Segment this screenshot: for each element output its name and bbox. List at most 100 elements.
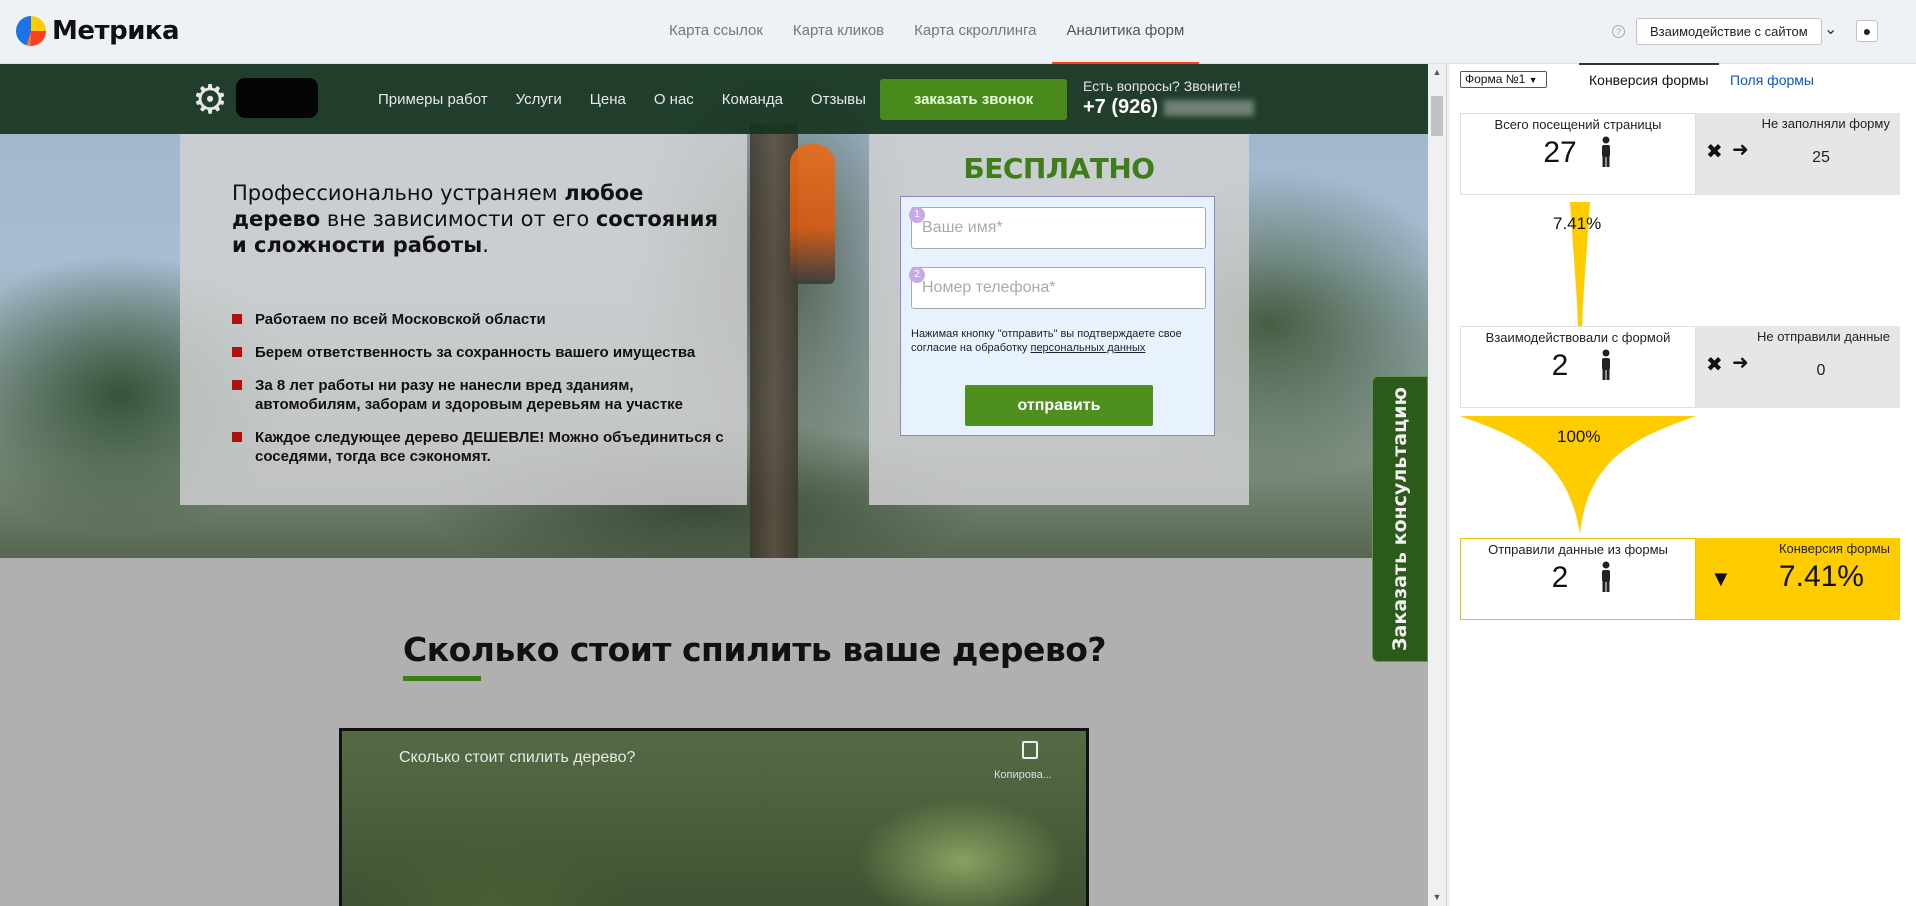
section-underline: [403, 676, 481, 681]
list-item: Работаем по всей Московской области: [232, 310, 732, 329]
phone-redacted: [1164, 99, 1255, 116]
sent-value: 2: [1551, 561, 1569, 594]
bullet-square-icon: [232, 432, 242, 442]
sent-card: Отправили данные из формы 2: [1460, 538, 1696, 620]
tab-scroll-map[interactable]: Карта скроллинга: [899, 0, 1051, 64]
tab-form-conversion[interactable]: Конверсия формы: [1579, 63, 1719, 88]
list-item: Каждое следующее дерево ДЕШЕВЛЕ! Можно о…: [232, 428, 732, 466]
bullet-square-icon: [232, 347, 242, 357]
lead-form-card: БЕСПЛАТНО Ваше имя* 1 Номер телефона* 2 …: [869, 134, 1249, 505]
sent-label: Отправили данные из формы: [1488, 542, 1668, 557]
scroll-thumb[interactable]: [1431, 96, 1443, 136]
tab-form-analytics[interactable]: Аналитика форм: [1052, 0, 1200, 64]
phone-number[interactable]: +7 (926): [1083, 96, 1255, 119]
conversion-value: 7.41%: [1778, 560, 1864, 593]
top-tabs: Карта ссылок Карта кликов Карта скроллин…: [654, 0, 1199, 64]
site-scrollbar[interactable]: [1428, 64, 1446, 906]
chevron-down-icon: ▼: [1528, 75, 1538, 85]
account-icon[interactable]: ●: [1856, 20, 1878, 42]
tab-click-map[interactable]: Карта кликов: [778, 0, 899, 64]
tab-form-fields[interactable]: Поля формы: [1730, 72, 1814, 88]
tab-link-map[interactable]: Карта ссылок: [654, 0, 778, 64]
running-person-icon: ✖: [1706, 141, 1723, 163]
form-select[interactable]: Форма №1 ▼: [1460, 71, 1547, 88]
list-item: За 8 лет работы ни разу не нанесли вред …: [232, 376, 732, 414]
benefit-text: Берем ответственность за сохранность ваш…: [255, 344, 696, 361]
video-title[interactable]: Сколько стоит спилить дерево?: [399, 749, 635, 767]
help-icon[interactable]: ?: [1612, 25, 1625, 38]
site-interaction-button[interactable]: Взаимодействие с сайтом: [1636, 18, 1822, 45]
interacted-card: Взаимодействовали с формой 2: [1460, 326, 1696, 408]
site-nav-about[interactable]: О нас: [654, 91, 694, 108]
sent-row: Отправили данные из формы 2 Конверсия фо…: [1460, 538, 1900, 620]
form-select-value: Форма №1: [1465, 72, 1526, 86]
video-player[interactable]: Сколько стоит спилить дерево? Копирова..…: [339, 728, 1089, 906]
site-nav-team[interactable]: Команда: [722, 91, 783, 108]
chevron-down-icon[interactable]: ⌄: [1824, 22, 1840, 38]
site-nav-price[interactable]: Цена: [590, 91, 626, 108]
hero-heading-part: Профессионально устраняем: [232, 181, 565, 205]
phone-field[interactable]: Номер телефона*: [911, 267, 1206, 309]
chainsaw-logo-icon[interactable]: ⚙: [180, 72, 240, 128]
not-sent-label: Не отправили данные: [1756, 329, 1890, 344]
scroll-up-icon[interactable]: ▲: [1432, 68, 1442, 77]
not-sent-card: Не отправили данные ✖ ➜ 0: [1696, 326, 1900, 408]
hero-card: Профессионально устраняем любое дерево в…: [180, 134, 747, 505]
name-field[interactable]: Ваше имя*: [911, 207, 1206, 249]
benefits-list: Работаем по всей Московской области Бере…: [232, 310, 732, 480]
consultation-side-tab[interactable]: Заказать консультацию: [1372, 376, 1428, 662]
order-call-button[interactable]: заказать звонок: [880, 79, 1067, 120]
metrika-logo-icon: [16, 16, 46, 46]
rate-visits-to-interact: 7.41%: [1553, 214, 1602, 233]
phone-prefix: +7 (926): [1083, 96, 1159, 118]
field-number-badge: 2: [909, 267, 925, 283]
scroll-down-icon[interactable]: ▼: [1432, 893, 1442, 902]
copy-link-icon[interactable]: [1022, 741, 1038, 759]
arrow-right-icon: ➜: [1732, 352, 1749, 374]
person-icon: [1602, 136, 1610, 167]
field-number-badge: 1: [909, 207, 925, 223]
questions-text: Есть вопросы? Звоните!: [1083, 78, 1241, 94]
interacted-value: 2: [1551, 349, 1569, 382]
list-item: Берем ответственность за сохранность ваш…: [232, 343, 732, 362]
arborist-image: [790, 144, 835, 284]
site-preview: ⚙ Примеры работ Услуги Цена О нас Команд…: [0, 64, 1428, 906]
consultation-label: Заказать консультацию: [1389, 387, 1411, 651]
hero-heading: Профессионально устраняем любое дерево в…: [232, 180, 722, 258]
top-bar: Метрика Карта ссылок Карта кликов Карта …: [0, 0, 1916, 64]
bullet-square-icon: [232, 314, 242, 324]
site-nav-services[interactable]: Услуги: [516, 91, 562, 108]
hero-heading-part: вне зависимости от его: [320, 207, 596, 231]
site-nav-links: Примеры работ Услуги Цена О нас Команда …: [378, 64, 894, 134]
visits-label: Всего посещений страницы: [1494, 117, 1662, 132]
bullet-square-icon: [232, 380, 242, 390]
funnel-filter-icon: ▼: [1710, 566, 1732, 591]
visits-card: Всего посещений страницы 27: [1460, 113, 1696, 195]
site-nav: ⚙ Примеры работ Услуги Цена О нас Команд…: [0, 64, 1428, 134]
consent-text: Нажимая кнопку "отправить" вы подтвержда…: [911, 327, 1211, 355]
hero-heading-part: .: [482, 233, 489, 257]
conversion-card: Конверсия формы ▼ 7.41%: [1696, 538, 1900, 620]
rate-interact-to-sent: 100%: [1557, 427, 1601, 446]
not-filled-card: Не заполняли форму ✖ ➜ 25: [1696, 113, 1900, 195]
section-title: Сколько стоит спилить ваше дерево?: [403, 630, 1107, 669]
form-title: БЕСПЛАТНО: [963, 152, 1155, 185]
site-logo-redacted: [236, 78, 318, 118]
personal-data-link[interactable]: персональных данных: [1030, 342, 1145, 354]
site-nav-works[interactable]: Примеры работ: [378, 91, 488, 108]
visits-value: 27: [1543, 136, 1577, 169]
copy-link-label[interactable]: Копирова...: [994, 769, 1052, 781]
benefit-text: За 8 лет работы ни разу не нанесли вред …: [255, 377, 684, 413]
conversion-label: Конверсия формы: [1778, 541, 1890, 556]
benefit-text: Работаем по всей Московской области: [255, 311, 546, 328]
form-analytics-panel: Форма №1 ▼ Конверсия формы Поля формы Вс…: [1450, 63, 1916, 906]
running-person-icon: ✖: [1706, 354, 1723, 376]
interacted-row: Взаимодействовали с формой 2 Не отправил…: [1460, 326, 1900, 408]
site-nav-reviews[interactable]: Отзывы: [811, 91, 866, 108]
app-name: Метрика: [52, 16, 180, 46]
benefit-text: Каждое следующее дерево ДЕШЕВЛЕ! Можно о…: [255, 429, 724, 465]
lead-form: Ваше имя* 1 Номер телефона* 2 Нажимая кн…: [900, 196, 1215, 436]
metrika-logo[interactable]: Метрика: [16, 14, 180, 48]
person-icon: [1602, 561, 1610, 592]
send-button[interactable]: отправить: [965, 385, 1153, 426]
